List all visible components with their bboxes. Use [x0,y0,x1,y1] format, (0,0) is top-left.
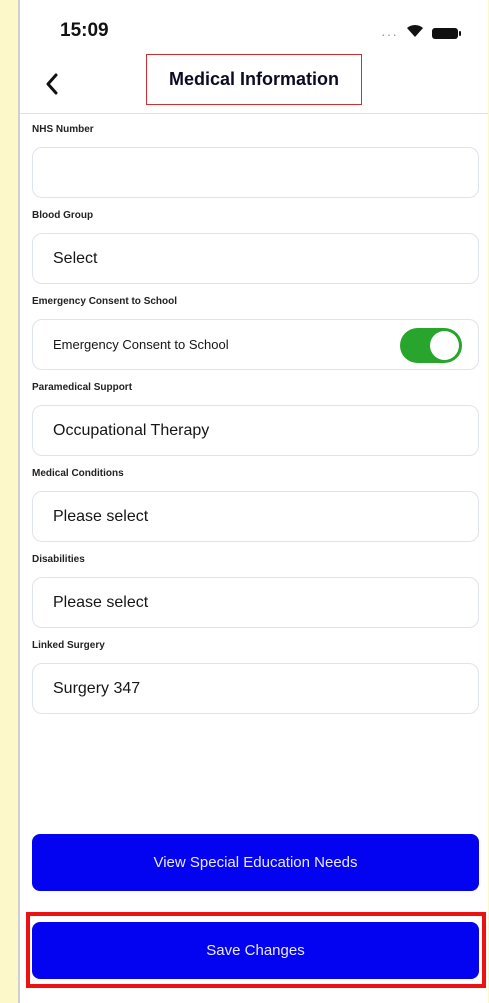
emergency-consent-text: Emergency Consent to School [53,337,229,352]
disabilities-select[interactable]: Please select [32,577,479,628]
disabilities-label: Disabilities [32,554,85,565]
emergency-consent-row: Emergency Consent to School [32,319,479,370]
page-title: Medical Information [168,69,339,89]
nhs-number-input[interactable] [32,147,479,198]
view-sen-button[interactable]: View Special Education Needs [32,834,479,891]
battery-icon [432,28,461,39]
linked-surgery-value: Surgery 347 [53,679,141,697]
title-highlight-box: Medical Information [146,54,362,105]
header: Medical Information [20,54,488,114]
paramedical-support-label: Paramedical Support [32,382,133,393]
signal-dots: ··· [381,25,398,42]
medical-conditions-label: Medical Conditions [32,468,124,479]
blood-group-select[interactable]: Select [32,233,479,284]
wifi-icon [406,24,424,43]
status-icons: ··· [381,24,461,43]
blood-group-label: Blood Group [32,210,94,221]
linked-surgery-select[interactable]: Surgery 347 [32,663,479,714]
medical-conditions-value: Please select [53,507,149,525]
linked-surgery-label: Linked Surgery [32,640,105,651]
emergency-consent-label: Emergency Consent to School [32,296,178,307]
nhs-number-label: NHS Number [32,124,94,135]
emergency-consent-toggle[interactable] [400,328,462,363]
phone-screen: 15:09 ··· Medical Information NHS Number… [18,0,488,1003]
back-button[interactable] [38,70,66,98]
save-changes-button[interactable]: Save Changes [32,922,479,979]
status-time: 15:09 [60,20,109,41]
paramedical-support-value: Occupational Therapy [53,421,210,439]
blood-group-value: Select [53,249,98,267]
medical-conditions-select[interactable]: Please select [32,491,479,542]
toggle-knob [430,331,459,360]
paramedical-support-select[interactable]: Occupational Therapy [32,405,479,456]
status-bar: 15:09 ··· [20,0,488,60]
chevron-left-icon [46,73,58,95]
disabilities-value: Please select [53,593,149,611]
